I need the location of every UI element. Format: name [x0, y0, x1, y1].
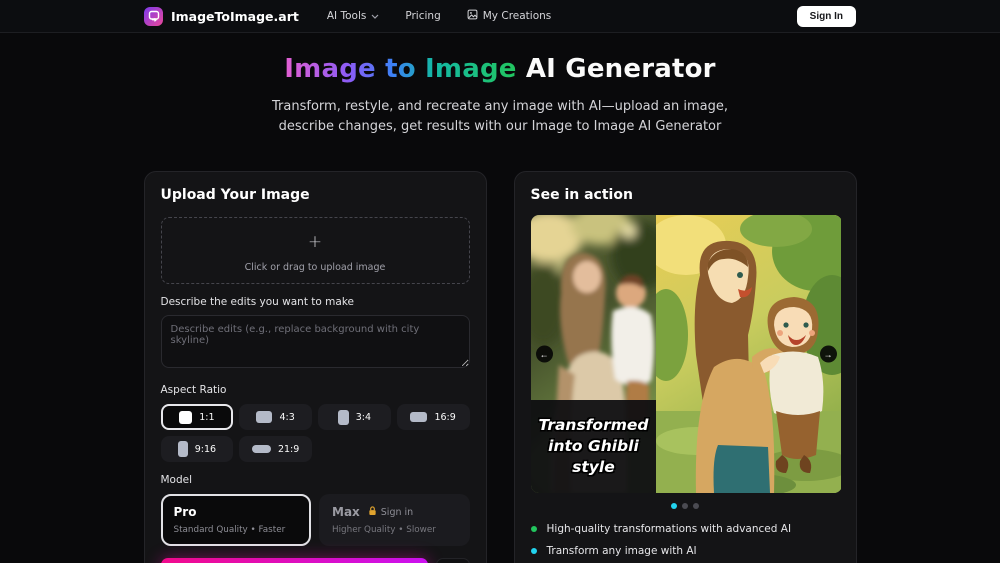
page-title-rest: AI Generator: [517, 54, 716, 84]
chevron-down-icon: [371, 10, 379, 22]
model-option-pro[interactable]: Pro Standard Quality • Faster: [161, 494, 312, 546]
plus-icon: +: [308, 234, 322, 251]
ratio-1-1-icon: [179, 411, 192, 424]
brand-name[interactable]: ImageToImage.art: [171, 9, 299, 24]
see-in-action-panel: See in action: [514, 171, 857, 563]
feature-list: High-quality transformations with advanc…: [531, 523, 840, 563]
dropzone-hint: Click or drag to upload image: [245, 262, 386, 273]
ratio-16-9-icon: [410, 412, 427, 422]
caption-text: Transformed into Ghibli style: [538, 415, 648, 478]
ratio-3-4-icon: [338, 410, 349, 425]
aspect-ratio-label: Aspect Ratio: [161, 384, 470, 396]
edits-label: Describe the edits you want to make: [161, 296, 470, 308]
aspect-option-1-1[interactable]: 1:1: [161, 404, 234, 430]
image-refresh-icon: [148, 7, 160, 26]
refresh-button[interactable]: [436, 558, 470, 563]
page-subtitle: Transform, restyle, and recreate any ima…: [0, 97, 1000, 136]
feature-item: High-quality transformations with advanc…: [531, 523, 840, 535]
generate-button[interactable]: Generate: [161, 558, 428, 563]
upload-dropzone[interactable]: + Click or drag to upload image: [161, 217, 470, 284]
nav-pricing[interactable]: Pricing: [405, 10, 440, 22]
aspect-ratio-group: 1:1 4:3 3:4 16:9 9:16 21:9: [161, 404, 470, 462]
page-title-gradient: Image to Image: [284, 54, 516, 84]
nav-ai-tools[interactable]: AI Tools: [327, 10, 379, 22]
edits-textarea[interactable]: [161, 315, 470, 368]
max-sign-in-chip[interactable]: Sign in: [368, 506, 413, 519]
aspect-option-16-9[interactable]: 16:9: [397, 404, 470, 430]
gallery-icon: [467, 9, 478, 23]
upload-panel-title: Upload Your Image: [161, 187, 470, 203]
example-carousel: Transformed into Ghibli style ← →: [531, 215, 842, 493]
ratio-4-3-icon: [256, 411, 272, 423]
aspect-option-9-16[interactable]: 9:16: [161, 436, 234, 462]
upload-panel: Upload Your Image + Click or drag to upl…: [144, 171, 487, 563]
main-nav: AI Tools Pricing My Creations: [327, 9, 551, 23]
carousel-dots: [531, 503, 840, 509]
aspect-option-21-9[interactable]: 21:9: [239, 436, 312, 462]
carousel-next-button[interactable]: →: [820, 346, 837, 363]
carousel-dot-1[interactable]: [671, 503, 677, 509]
aspect-option-4-3[interactable]: 4:3: [239, 404, 312, 430]
model-group: Pro Standard Quality • Faster Max Sign i…: [161, 494, 470, 546]
caption-overlay: Transformed into Ghibli style: [531, 400, 657, 493]
ratio-21-9-icon: [252, 445, 271, 453]
lock-icon: [368, 506, 377, 519]
after-image: [656, 215, 841, 493]
hero-section: Image to Image AI Generator Transform, r…: [0, 33, 1000, 136]
action-panel-title: See in action: [531, 187, 840, 203]
brand-logo[interactable]: [144, 7, 163, 26]
page-title: Image to Image AI Generator: [0, 54, 1000, 84]
model-label: Model: [161, 474, 470, 486]
header: ImageToImage.art AI Tools Pricing: [0, 0, 1000, 33]
sign-in-button[interactable]: Sign In: [797, 6, 856, 27]
model-option-max[interactable]: Max Sign in Higher Quality • Slower: [319, 494, 470, 546]
cyan-bullet-icon: [531, 548, 537, 554]
carousel-dot-2[interactable]: [682, 503, 688, 509]
nav-my-creations[interactable]: My Creations: [467, 9, 552, 23]
aspect-option-3-4[interactable]: 3:4: [318, 404, 391, 430]
ratio-9-16-icon: [178, 441, 188, 457]
feature-item: Transform any image with AI: [531, 545, 840, 557]
carousel-dot-3[interactable]: [693, 503, 699, 509]
carousel-prev-button[interactable]: ←: [536, 346, 553, 363]
green-bullet-icon: [531, 526, 537, 532]
